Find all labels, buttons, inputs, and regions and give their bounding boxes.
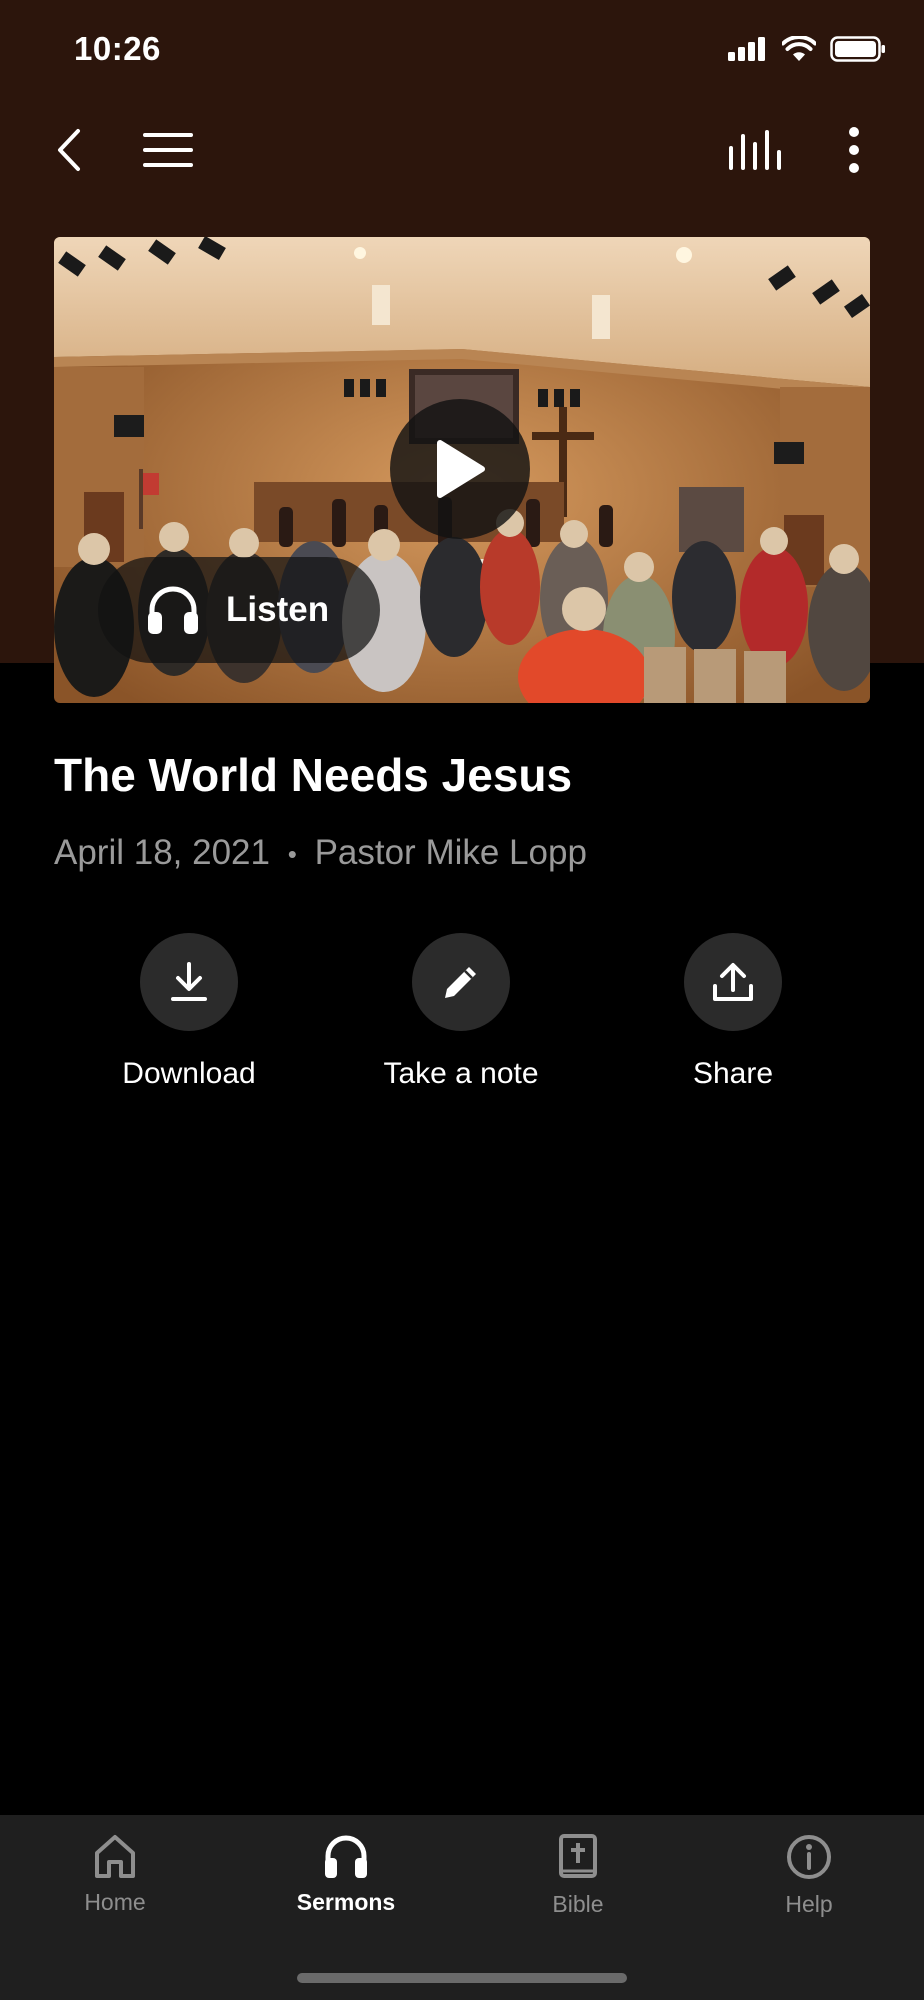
sermon-date: April 18, 2021 (54, 833, 270, 872)
listen-label: Listen (226, 590, 330, 629)
headphones-icon (148, 586, 198, 634)
take-note-button[interactable]: Take a note (331, 933, 591, 1091)
tab-bible-label: Bible (552, 1891, 604, 1917)
share-button[interactable]: Share (603, 933, 863, 1091)
sermon-title: The World Needs Jesus (54, 749, 573, 801)
download-icon (171, 962, 207, 1001)
sermon-thumbnail[interactable]: Listen (54, 237, 870, 703)
hamburger-menu-icon (143, 133, 193, 167)
top-nav-bar (0, 110, 924, 190)
take-note-label: Take a note (383, 1057, 539, 1090)
tab-home[interactable]: Home (20, 1833, 210, 1916)
audio-bars-icon (729, 130, 781, 170)
status-bar: 10:26 (0, 0, 924, 100)
play-video-button[interactable] (390, 399, 530, 539)
share-label: Share (692, 1057, 774, 1090)
battery-icon (830, 36, 885, 62)
take-note-circle (412, 933, 510, 1031)
tab-sermons-label: Sermons (296, 1889, 396, 1915)
home-icon (95, 1835, 135, 1878)
menu-button[interactable] (138, 110, 198, 190)
share-icon (713, 963, 753, 1001)
tab-sermons[interactable]: Sermons (251, 1833, 441, 1916)
status-icons (728, 36, 886, 62)
back-button[interactable] (44, 110, 94, 190)
info-icon (787, 1835, 831, 1879)
more-options-button[interactable] (834, 110, 874, 190)
sermon-speaker: Pastor Mike Lopp (314, 833, 587, 872)
cellular-signal-icon (728, 37, 765, 61)
tab-help[interactable]: Help (714, 1833, 904, 1918)
home-indicator (297, 1973, 627, 1983)
download-label: Download (122, 1057, 256, 1090)
meta-separator: • (287, 839, 297, 870)
listen-button[interactable]: Listen (98, 557, 380, 663)
headphones-icon (325, 1835, 367, 1878)
sermon-actions: Download Take a note Share (0, 933, 924, 1103)
chevron-left-icon (58, 129, 80, 171)
download-circle (140, 933, 238, 1031)
tab-home-label: Home (84, 1889, 146, 1915)
pencil-icon (445, 967, 476, 998)
audio-player-button[interactable] (724, 110, 786, 190)
tab-help-label: Help (785, 1891, 833, 1917)
more-vertical-icon (849, 127, 859, 173)
sermon-meta: April 18, 2021 • Pastor Mike Lopp (54, 833, 587, 873)
download-button[interactable]: Download (59, 933, 319, 1091)
wifi-icon (782, 36, 816, 61)
bible-icon (559, 1834, 597, 1878)
status-time: 10:26 (74, 30, 161, 67)
play-icon (437, 440, 485, 498)
tab-bible[interactable]: Bible (483, 1833, 673, 1918)
share-circle (684, 933, 782, 1031)
